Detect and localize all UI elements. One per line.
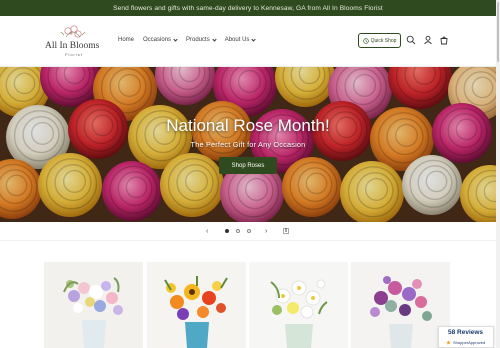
quick-shop-button[interactable]: Quick Shop <box>358 33 401 48</box>
product-card-4[interactable] <box>351 262 450 348</box>
quick-shop-label: Quick Shop <box>370 37 397 44</box>
slide-dot-3[interactable] <box>247 229 251 233</box>
product-image <box>249 262 348 348</box>
reviews-badge[interactable]: 58 Reviews ShopperApproved <box>438 326 494 348</box>
product-image <box>44 262 143 348</box>
reviews-provider: ShopperApproved <box>453 340 486 345</box>
reviews-count: 58 Reviews <box>448 329 484 336</box>
chevron-left-icon[interactable]: ‹ <box>206 228 208 235</box>
logo-tagline: Florist <box>65 52 83 57</box>
hero-title: National Rose Month! <box>166 116 330 135</box>
product-image <box>147 262 246 348</box>
nav-item-label: Home <box>118 37 135 43</box>
slider-controls: ‹ › II <box>200 225 300 237</box>
page-scrollbar[interactable] <box>496 0 500 348</box>
nav-item-label: Occasions <box>143 37 172 43</box>
chevron-down-icon <box>173 36 178 42</box>
star-icon <box>446 340 451 345</box>
account-icon[interactable] <box>423 35 433 45</box>
nav-item-products[interactable]: Products <box>186 36 217 43</box>
shopper-approved-logo: ShopperApproved <box>446 340 485 345</box>
nav-item-label: About Us <box>224 37 250 43</box>
nav-item-label: Products <box>186 37 210 43</box>
product-card-3[interactable] <box>249 262 348 348</box>
announcement-text: Send flowers and gifts with same-day del… <box>113 4 383 12</box>
slide-dot-1[interactable] <box>225 229 229 233</box>
page: Send flowers and gifts with same-day del… <box>0 0 500 348</box>
search-icon[interactable] <box>406 35 416 45</box>
section-divider <box>0 240 496 241</box>
main-nav: Home Occasions Products About Us <box>118 36 257 43</box>
product-image <box>351 262 450 348</box>
scrollbar-thumb[interactable] <box>497 2 499 62</box>
product-card-1[interactable] <box>44 262 143 348</box>
chevron-right-icon[interactable]: › <box>265 228 267 235</box>
nav-item-occasions[interactable]: Occasions <box>143 36 178 43</box>
chevron-down-icon <box>251 36 257 42</box>
nav-item-home[interactable]: Home <box>118 37 134 43</box>
cart-icon[interactable] <box>439 35 449 45</box>
site-header: All In Blooms Florist Home Occasions Pro… <box>0 16 496 67</box>
shop-roses-button[interactable]: Shop Roses <box>219 157 277 174</box>
hero-banner: National Rose Month! The Perfect Gift fo… <box>0 67 496 222</box>
chevron-down-icon <box>212 36 217 42</box>
clock-icon <box>362 37 369 44</box>
product-card-2[interactable] <box>147 262 246 348</box>
pause-icon[interactable]: II <box>283 228 289 234</box>
hero-subtitle: The Perfect Gift for Any Occasion <box>190 140 306 149</box>
slide-dot-2[interactable] <box>236 229 240 233</box>
nav-item-about-us[interactable]: About Us <box>224 36 257 43</box>
logo-name: All In Blooms <box>45 41 100 51</box>
announcement-bar: Send flowers and gifts with same-day del… <box>0 0 496 16</box>
